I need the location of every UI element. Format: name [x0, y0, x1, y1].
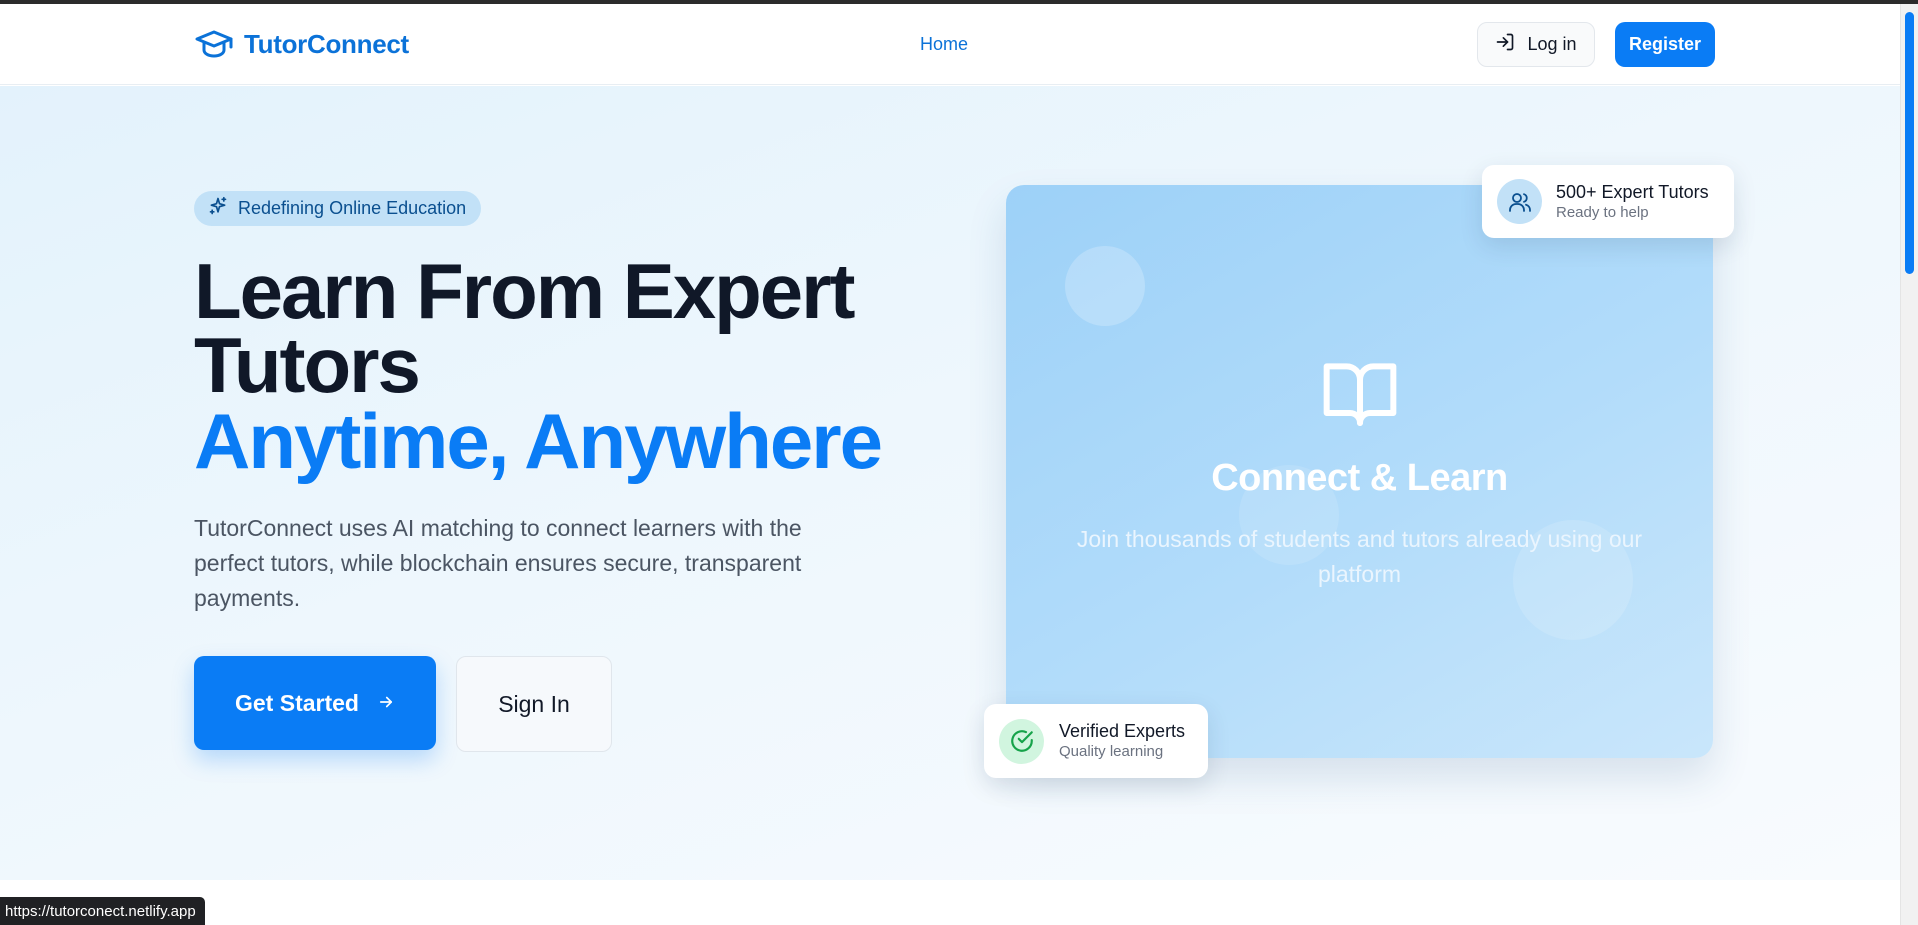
tutors-stat-text: 500+ Expert Tutors Ready to help	[1556, 181, 1709, 223]
users-icon	[1497, 179, 1542, 224]
feature-card-subtitle: Join thousands of students and tutors al…	[1076, 526, 1643, 587]
verified-stat-text: Verified Experts Quality learning	[1059, 720, 1185, 762]
register-button[interactable]: Register	[1615, 22, 1715, 67]
graduation-cap-icon	[194, 26, 234, 62]
hero-badge-label: Redefining Online Education	[238, 198, 467, 218]
navbar: TutorConnect Home Log in Register	[0, 4, 1900, 85]
headline-line-2: Tutors	[194, 321, 421, 409]
get-started-label: Get Started	[235, 689, 359, 716]
check-circle-icon	[999, 718, 1044, 764]
nav-link-home[interactable]: Home	[920, 34, 968, 55]
sparkles-icon	[208, 196, 228, 221]
feature-card-title: Connect & Learn	[1211, 457, 1508, 499]
hero-description: TutorConnect uses AI matching to connect…	[194, 515, 802, 611]
tutors-stat-title: 500+ Expert Tutors	[1556, 181, 1709, 202]
log-in-icon	[1495, 32, 1515, 57]
verified-stat-card: Verified Experts Quality learning	[984, 704, 1208, 778]
decorative-bubble	[1065, 246, 1145, 326]
verified-stat-title: Verified Experts	[1059, 721, 1186, 741]
tutors-stat-card: 500+ Expert Tutors Ready to help	[1482, 165, 1734, 238]
hero-badge: Redefining Online Education	[194, 191, 482, 226]
feature-card: Connect & Learn Join thousands of studen…	[1006, 185, 1713, 758]
login-button-label: Log in	[1527, 34, 1577, 54]
open-book-icon	[1320, 353, 1400, 433]
login-button[interactable]: Log in	[1477, 22, 1595, 67]
arrow-right-icon	[377, 690, 395, 717]
hero-headline: Learn From Expert Tutors Anytime, Anywhe…	[194, 247, 883, 485]
brand-name: TutorConnect	[244, 28, 409, 59]
get-started-button[interactable]: Get Started	[194, 656, 436, 750]
sign-in-button[interactable]: Sign In	[456, 656, 612, 752]
hero-section: Redefining Online Education Learn From E…	[0, 86, 1900, 880]
scrollbar-thumb[interactable]	[1905, 12, 1914, 274]
tutors-stat-subtitle: Ready to help	[1556, 203, 1649, 221]
brand-logo-link[interactable]: TutorConnect	[194, 26, 409, 62]
verified-stat-subtitle: Quality learning	[1059, 743, 1164, 760]
headline-accent: Anytime, Anywhere	[194, 397, 883, 485]
headline-line-1: Learn From Expert	[194, 247, 856, 335]
status-bar-url: https://tutorconect.netlify.app	[0, 897, 205, 925]
page-scrollbar[interactable]	[1900, 4, 1918, 925]
page-below-hero	[0, 880, 1900, 925]
